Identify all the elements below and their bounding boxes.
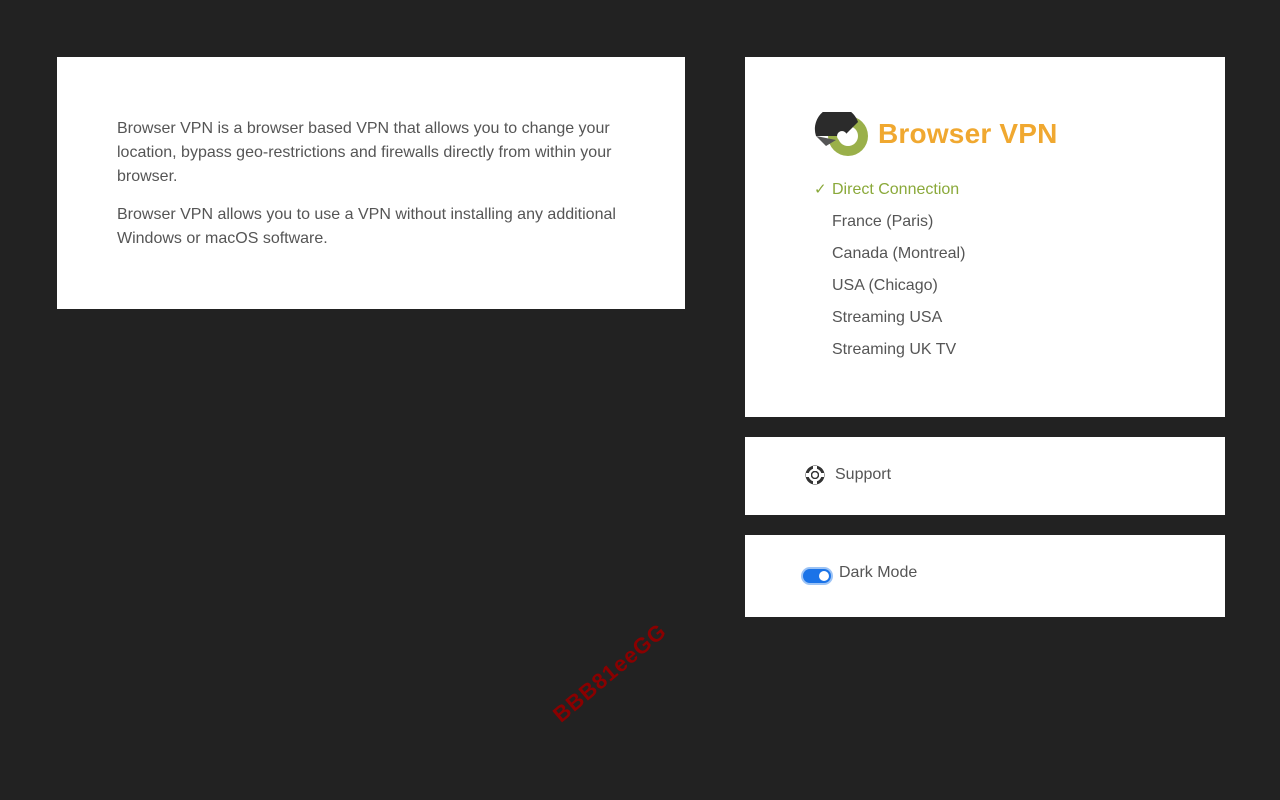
dark-mode-row: Dark Mode — [803, 563, 917, 583]
server-item-france-paris[interactable]: France (Paris) — [814, 209, 965, 241]
server-label: Canada (Montreal) — [832, 245, 966, 262]
server-item-canada-montreal[interactable]: Canada (Montreal) — [814, 241, 965, 273]
about-paragraph-1: Browser VPN is a browser based VPN that … — [117, 120, 612, 185]
browser-vpn-logo-icon — [814, 112, 868, 156]
server-item-direct-connection[interactable]: ✓ Direct Connection — [814, 177, 965, 209]
server-item-usa-chicago[interactable]: USA (Chicago) — [814, 273, 965, 305]
server-item-streaming-uk-tv[interactable]: Streaming UK TV — [814, 337, 965, 369]
checkmark-icon: ✓ — [814, 181, 827, 198]
brand-name: Browser VPN — [878, 118, 1058, 149]
watermark: BBB81eeGG — [548, 618, 672, 728]
support-panel: Support — [745, 437, 1225, 515]
about-paragraph-2: Browser VPN allows you to use a VPN with… — [117, 206, 616, 247]
brand-header: Browser VPN — [814, 112, 1058, 156]
vpn-panel: Browser VPN ✓ Direct Connection France (P… — [745, 57, 1225, 417]
toggle-knob — [819, 571, 829, 581]
dark-mode-toggle[interactable] — [803, 569, 831, 583]
server-label: Streaming USA — [832, 309, 943, 326]
server-item-streaming-usa[interactable]: Streaming USA — [814, 305, 965, 337]
server-label: Streaming UK TV — [832, 341, 957, 358]
server-list: ✓ Direct Connection France (Paris) Canada… — [814, 177, 965, 369]
about-panel: Browser VPN is a browser based VPN that … — [57, 57, 685, 309]
dark-mode-label: Dark Mode — [839, 564, 918, 581]
server-label: Direct Connection — [832, 181, 960, 198]
dark-mode-panel: Dark Mode — [745, 535, 1225, 617]
lifebuoy-icon — [805, 465, 825, 485]
support-label: Support — [835, 466, 892, 483]
server-label: USA (Chicago) — [832, 277, 938, 294]
server-label: France (Paris) — [832, 213, 934, 230]
support-link[interactable]: Support — [805, 465, 891, 485]
